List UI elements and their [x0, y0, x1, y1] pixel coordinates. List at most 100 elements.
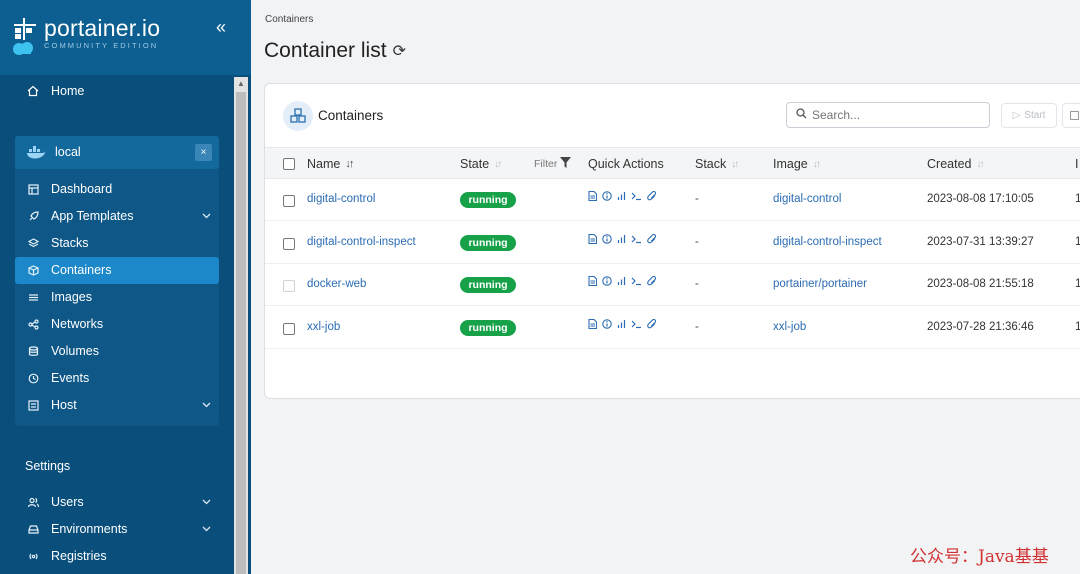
docker-icon	[25, 145, 47, 159]
sidebar-item-events[interactable]: Events	[25, 371, 211, 385]
attach-icon[interactable]	[647, 275, 657, 289]
chevron-down-icon[interactable]	[202, 524, 211, 535]
layers-icon	[25, 237, 41, 249]
attach-icon[interactable]	[647, 233, 657, 247]
column-name[interactable]: Name ↓↑	[307, 157, 354, 171]
container-name-link[interactable]: docker-web	[307, 278, 366, 290]
info-icon[interactable]	[602, 318, 612, 332]
chevron-down-icon[interactable]	[202, 400, 211, 411]
stop-button[interactable]	[1062, 103, 1080, 128]
stop-icon	[1070, 111, 1079, 120]
search-box[interactable]	[786, 102, 990, 128]
column-state[interactable]: State ↓↑	[460, 157, 502, 171]
column-stack[interactable]: Stack ↓↑	[695, 157, 739, 171]
sidebar-item-label: Images	[51, 290, 92, 304]
quick-actions	[588, 275, 657, 289]
ip-value: 1	[1075, 235, 1080, 248]
quick-actions	[588, 233, 657, 247]
close-environment-button[interactable]: ×	[195, 144, 212, 161]
chevron-down-icon[interactable]	[202, 211, 211, 222]
play-icon: ▷	[1012, 110, 1021, 121]
table-row[interactable]: digital-control running - digital-contro…	[265, 179, 1080, 221]
select-all-checkbox[interactable]	[283, 158, 295, 170]
scroll-up-arrow-icon[interactable]: ▲	[234, 77, 248, 91]
watermark: 公众号：Java基基	[910, 547, 1049, 567]
start-button[interactable]: ▷ Start	[1001, 103, 1057, 128]
sidebar-item-label: Events	[51, 371, 90, 385]
sidebar-item-containers[interactable]: Containers	[25, 263, 211, 277]
sidebar-item-environments[interactable]: Environments	[25, 522, 211, 536]
sidebar-item-users[interactable]: Users	[25, 495, 211, 509]
table-header: Name ↓↑ State ↓↑ Filter Quick Actions St…	[265, 147, 1080, 179]
console-icon[interactable]	[631, 276, 642, 289]
info-icon[interactable]	[602, 233, 612, 247]
created-timestamp: 2023-08-08 17:10:05	[927, 193, 1034, 205]
logs-icon[interactable]	[588, 318, 598, 332]
sidebar-item-dashboard[interactable]: Dashboard	[25, 182, 211, 196]
sidebar-item-images[interactable]: Images	[25, 290, 211, 304]
container-name-link[interactable]: digital-control	[307, 193, 375, 205]
refresh-icon[interactable]: ⟳	[393, 41, 406, 61]
row-checkbox[interactable]	[283, 195, 295, 207]
console-icon[interactable]	[631, 319, 642, 332]
sidebar-item-label: Environments	[51, 522, 128, 536]
image-link[interactable]: digital-control	[773, 193, 841, 205]
sort-icon: ↓↑	[812, 158, 821, 170]
stats-icon[interactable]	[617, 191, 626, 204]
sidebar-item-volumes[interactable]: Volumes	[25, 344, 211, 358]
row-checkbox[interactable]	[283, 322, 295, 335]
image-link[interactable]: xxl-job	[773, 321, 806, 333]
attach-icon[interactable]	[647, 318, 657, 332]
collapse-sidebar-button[interactable]: «	[207, 15, 235, 39]
console-icon[interactable]	[631, 191, 642, 204]
container-name-link[interactable]: xxl-job	[307, 321, 340, 333]
row-checkbox	[283, 280, 295, 292]
logs-icon[interactable]	[588, 233, 598, 247]
breadcrumb[interactable]: Containers	[265, 14, 313, 25]
sidebar-item-stacks[interactable]: Stacks	[25, 236, 211, 250]
table-row[interactable]: docker-web running - portainer/portainer…	[265, 264, 1080, 306]
search-input[interactable]	[812, 108, 982, 122]
sidebar-scrollbar[interactable]: ▲	[234, 77, 248, 574]
logs-icon[interactable]	[588, 190, 598, 204]
state-filter[interactable]: Filter	[534, 157, 572, 171]
stats-icon[interactable]	[617, 276, 626, 289]
table-row[interactable]: xxl-job running - xxl-job 2023-07-28 21:…	[265, 307, 1080, 349]
sidebar-item-label: Registries	[51, 549, 107, 563]
sidebar-item-home[interactable]: Home	[25, 84, 215, 98]
status-badge: running	[460, 234, 516, 251]
column-quick-actions: Quick Actions	[588, 157, 664, 171]
box-icon	[25, 264, 41, 276]
info-icon[interactable]	[602, 191, 612, 204]
row-checkbox[interactable]	[283, 237, 295, 250]
image-link[interactable]: digital-control-inspect	[773, 236, 882, 248]
sidebar-item-registries[interactable]: Registries	[25, 549, 211, 563]
stack-value: -	[695, 193, 699, 205]
sidebar-item-label: Users	[51, 495, 84, 509]
chevron-down-icon[interactable]	[202, 497, 211, 508]
containers-card: Containers ▷ Start Name ↓↑ State ↓↑ Filt…	[264, 83, 1080, 399]
attach-icon[interactable]	[647, 190, 657, 204]
container-name-link[interactable]: digital-control-inspect	[307, 236, 416, 248]
logs-icon[interactable]	[588, 275, 598, 289]
stats-icon[interactable]	[617, 234, 626, 247]
column-image[interactable]: Image ↓↑	[773, 157, 821, 171]
table-row[interactable]: digital-control-inspect running - digita…	[265, 222, 1080, 264]
stack-value: -	[695, 235, 699, 248]
column-created[interactable]: Created ↓↑	[927, 157, 984, 171]
sidebar-item-networks[interactable]: Networks	[25, 317, 211, 331]
image-link[interactable]: portainer/portainer	[773, 278, 867, 290]
console-icon[interactable]	[631, 234, 642, 247]
scroll-thumb[interactable]	[236, 92, 246, 574]
sidebar: portainer.io COMMUNITY EDITION « Home lo…	[0, 0, 251, 574]
quick-actions	[588, 318, 657, 332]
sort-desc-icon: ↓↑	[345, 158, 354, 170]
portainer-logo[interactable]: portainer.io COMMUNITY EDITION	[12, 16, 160, 56]
sidebar-item-app-templates[interactable]: App Templates	[25, 209, 211, 223]
info-icon[interactable]	[602, 276, 612, 289]
stats-icon[interactable]	[617, 319, 626, 332]
sidebar-item-host[interactable]: Host	[25, 398, 211, 412]
environment-name[interactable]: local	[25, 145, 81, 159]
sidebar-item-label: Stacks	[51, 236, 89, 250]
column-ip[interactable]: I	[1075, 157, 1078, 171]
